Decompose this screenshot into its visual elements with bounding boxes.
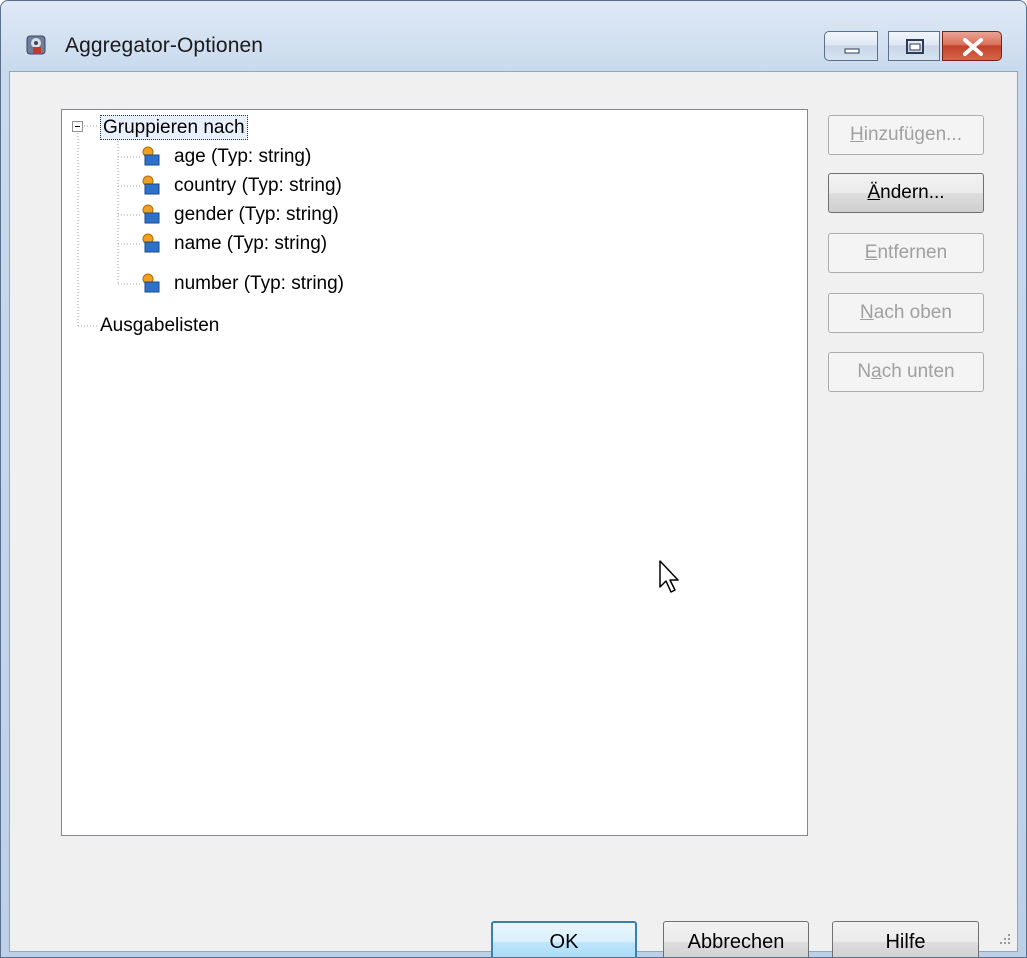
field-key-icon [140,175,160,195]
options-tree[interactable]: Gruppieren nach age (Typ: string) countr… [61,109,808,836]
add-button-accel: H [850,124,864,145]
resize-grip-icon[interactable] [999,933,1011,945]
collapse-toggle-icon[interactable] [72,121,83,132]
field-key-icon [140,204,160,224]
edit-button[interactable]: Ändern... [828,173,984,213]
edit-button-label: ndern... [880,182,945,203]
help-button[interactable]: Hilfe [832,921,979,957]
tree-node-field[interactable]: gender (Typ: string) [174,202,339,228]
move-down-button-accel: a [871,361,882,382]
app-icon [25,33,49,57]
cancel-button[interactable]: Abbrechen [663,921,809,957]
dialog-window: Aggregator-Optionen Gruppieren nach age … [0,0,1027,958]
move-down-button[interactable]: Nach unten [828,352,984,392]
mouse-pointer-icon [659,560,679,593]
field-key-icon [140,146,160,166]
dialog-client-area: Gruppieren nach age (Typ: string) countr… [9,71,1018,957]
tree-node-field[interactable]: age (Typ: string) [174,144,311,170]
tree-node-field[interactable]: name (Typ: string) [174,231,327,257]
move-up-button-accel: N [860,302,874,323]
remove-button-label: ntfernen [877,242,948,263]
move-down-button-prefix: N [857,361,872,382]
move-down-button-label: ch unten [881,361,955,382]
add-button-label: inzufügen... [863,124,962,145]
close-button[interactable] [942,31,1002,61]
minimize-button[interactable] [824,31,878,61]
move-up-button[interactable]: Nach oben [828,293,984,333]
field-key-icon [140,233,160,253]
remove-button-accel: E [864,242,878,263]
maximize-button[interactable] [888,31,940,61]
close-icon [963,38,983,56]
tree-node-output-lists[interactable]: Ausgabelisten [100,313,219,339]
tree-node-group-by[interactable]: Gruppieren nach [100,115,248,140]
remove-button[interactable]: Entfernen [828,233,984,273]
tree-node-field[interactable]: number (Typ: string) [174,271,344,297]
add-button[interactable]: Hinzufügen... [828,115,984,155]
tree-node-field[interactable]: country (Typ: string) [174,173,342,199]
window-title: Aggregator-Optionen [65,34,264,57]
move-up-button-label: ach oben [873,302,952,323]
minimize-icon [844,48,860,54]
edit-button-accel: Ä [867,182,881,203]
restore-icon [906,39,924,54]
title-bar[interactable]: Aggregator-Optionen [1,1,1026,67]
field-key-icon [140,273,160,293]
ok-button[interactable]: OK [491,921,637,957]
